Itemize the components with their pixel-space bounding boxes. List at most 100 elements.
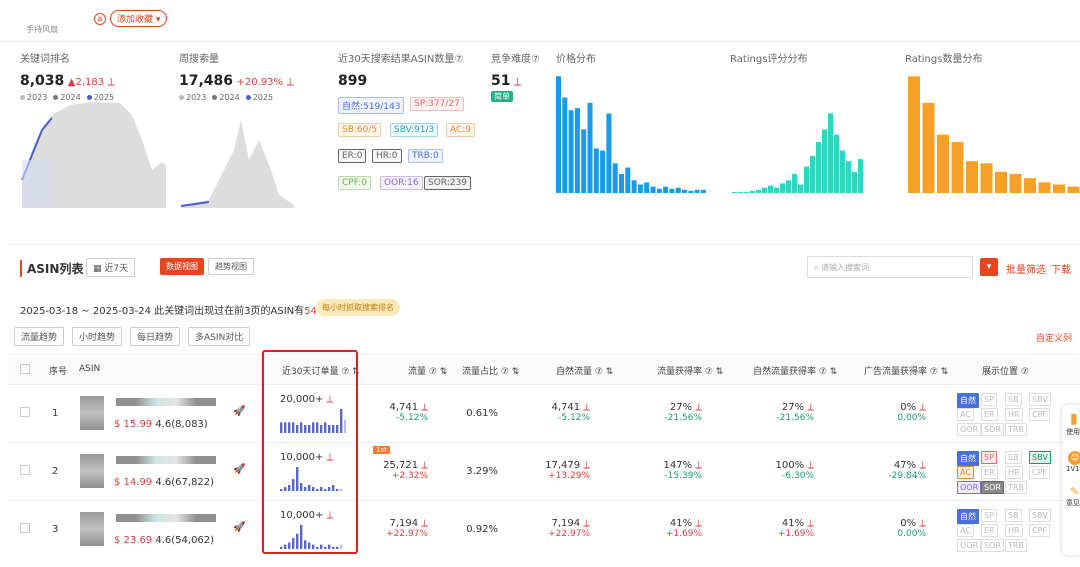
histogram-bar	[600, 150, 606, 193]
histogram-bar	[762, 187, 767, 193]
multi-asin-button[interactable]: 多ASIN对比	[188, 327, 251, 346]
share-value: 3.29%	[466, 466, 498, 477]
product-title-masked[interactable]	[116, 514, 216, 522]
histogram-bar	[750, 190, 755, 193]
traffic-value: 25,721	[383, 460, 419, 471]
histogram-bar	[574, 108, 580, 193]
col-nat-rate[interactable]: 自然流量获得率 ⑦ ⇅	[753, 364, 837, 377]
histogram-bar	[995, 171, 1007, 193]
position-tag: OOR	[957, 539, 982, 552]
search-input[interactable]: ⌕ 请输入搜索词	[807, 256, 973, 278]
product-thumbnail[interactable]	[80, 512, 104, 546]
distribution-histograms	[556, 76, 1080, 193]
trend-icon[interactable]: ⟂	[108, 75, 115, 88]
product-title-masked[interactable]	[116, 456, 216, 464]
rocket-icon[interactable]: 🚀	[233, 464, 245, 475]
asin-source-tag: SB:60/5	[338, 123, 382, 137]
row-checkbox[interactable]	[20, 407, 30, 417]
add-favorite-button[interactable]: 添加收藏 ▾	[110, 10, 168, 27]
position-tag: SBV	[1029, 393, 1051, 406]
histogram-bar	[786, 180, 791, 193]
support-icon[interactable]: ☺	[1068, 451, 1080, 465]
position-tag: CPF	[1029, 524, 1051, 537]
col-traffic[interactable]: 流量 ⑦ ⇅	[408, 364, 447, 377]
histogram-bar	[1009, 173, 1022, 193]
row-index: 3	[52, 524, 59, 535]
position-tag: SP	[981, 509, 997, 522]
ad-rate-value: 0%	[900, 518, 917, 529]
side-1v1[interactable]: 1V1	[1066, 465, 1080, 473]
product-thumbnail[interactable]	[80, 454, 104, 488]
histogram-bar	[756, 189, 761, 193]
rocket-icon[interactable]: 🚀	[233, 406, 245, 417]
product-title-masked[interactable]	[116, 398, 216, 406]
position-tag: SB	[1005, 509, 1022, 522]
download-link[interactable]: 下载	[1051, 261, 1071, 276]
kw-rank-block: 关键词排名 8,038 ▲2,183 ⟂ 2023 2024 2025	[20, 50, 115, 102]
histogram-bar	[631, 180, 637, 193]
col-rate[interactable]: 流量获得率 ⑦ ⇅	[657, 364, 723, 377]
weekly-chart	[180, 120, 294, 208]
rate-value: 147%	[663, 460, 693, 471]
feedback-icon[interactable]: ✎	[1070, 485, 1080, 498]
histogram-bar	[568, 110, 574, 193]
data-view-tab[interactable]: 数据视图	[160, 258, 204, 275]
histogram-bar	[774, 187, 779, 193]
hour-trend-button[interactable]: 小时趋势	[72, 327, 123, 346]
date-summary: 2025-03-18 ~ 2025-03-24 此关键词出现过在前3页的ASIN…	[20, 306, 333, 317]
natural-value: 4,741	[551, 402, 581, 413]
comp-value: 51	[491, 73, 511, 89]
product-price: $ 23.69	[114, 535, 153, 546]
position-tag: TRB	[1005, 539, 1027, 552]
histogram-bar	[625, 167, 631, 193]
histogram-bar	[810, 155, 815, 193]
asin-source-tag: CPF:0	[338, 176, 371, 190]
rate-delta: -15.39%	[664, 471, 702, 481]
position-tag: SBV	[1029, 509, 1051, 522]
weekly-value: 17,486	[179, 73, 234, 89]
nat-rate-delta: -6.30%	[782, 471, 814, 481]
side-feedback[interactable]: 意见	[1066, 498, 1080, 508]
histogram-bar	[816, 142, 821, 193]
day-trend-button[interactable]: 每日趋势	[130, 327, 181, 346]
hourly-badge[interactable]: 每小时抓取搜索排名	[316, 299, 400, 316]
histogram-bar	[768, 185, 773, 193]
chart-icon[interactable]: ▮	[1070, 411, 1080, 427]
asin-source-tag: SOR:239	[424, 176, 471, 190]
col-ad-rate[interactable]: 广告流量获得率 ⑦ ⇅	[864, 364, 948, 377]
histogram-bar	[606, 113, 612, 193]
a-icon: a	[94, 12, 106, 25]
product-thumbnail[interactable]	[80, 396, 104, 430]
batch-filter-link[interactable]: 批量筛选	[1006, 261, 1046, 276]
asin-source-tag: ER:0	[338, 149, 367, 163]
histogram-bar	[675, 187, 681, 193]
weekly-title: 周搜索量	[179, 54, 219, 65]
row-checkbox[interactable]	[20, 465, 30, 475]
asin-source-tag: OOR:16	[380, 176, 423, 190]
select-all-checkbox[interactable]	[20, 364, 30, 374]
filter-dropdown-button[interactable]: ▾	[980, 258, 998, 276]
col-position[interactable]: 展示位置 ⑦	[982, 364, 1029, 377]
row-index: 2	[52, 466, 59, 477]
histogram-bar	[798, 184, 803, 193]
histogram-bar	[852, 171, 857, 193]
custom-columns-link[interactable]: 自定义列	[1036, 331, 1072, 344]
trend-view-tab[interactable]: 趋势视图	[208, 258, 254, 275]
natural-delta: -5.12%	[558, 413, 590, 423]
position-tag: SP	[981, 393, 997, 406]
product-price: $ 14.99	[114, 477, 153, 488]
col-natural[interactable]: 自然流量 ⑦ ⇅	[556, 364, 613, 377]
position-tag: TRB	[1005, 481, 1027, 494]
trend-icon[interactable]: ⟂	[287, 75, 294, 88]
side-use[interactable]: 使用	[1066, 427, 1080, 437]
product-rating: 4.6(54,062)	[155, 535, 215, 546]
rocket-icon[interactable]: 🚀	[233, 522, 245, 533]
histogram-bar	[738, 191, 743, 193]
traffic-trend-button[interactable]: 流量趋势	[14, 327, 65, 346]
asin-source-tag: SP:377/27	[410, 97, 464, 111]
position-tag: SB	[1005, 393, 1022, 406]
position-tag: HR	[1005, 524, 1023, 537]
row-checkbox[interactable]	[20, 523, 30, 533]
range-button[interactable]: ▦ 近7天	[86, 258, 136, 277]
col-share[interactable]: 流量占比 ⑦ ⇅	[462, 364, 519, 377]
